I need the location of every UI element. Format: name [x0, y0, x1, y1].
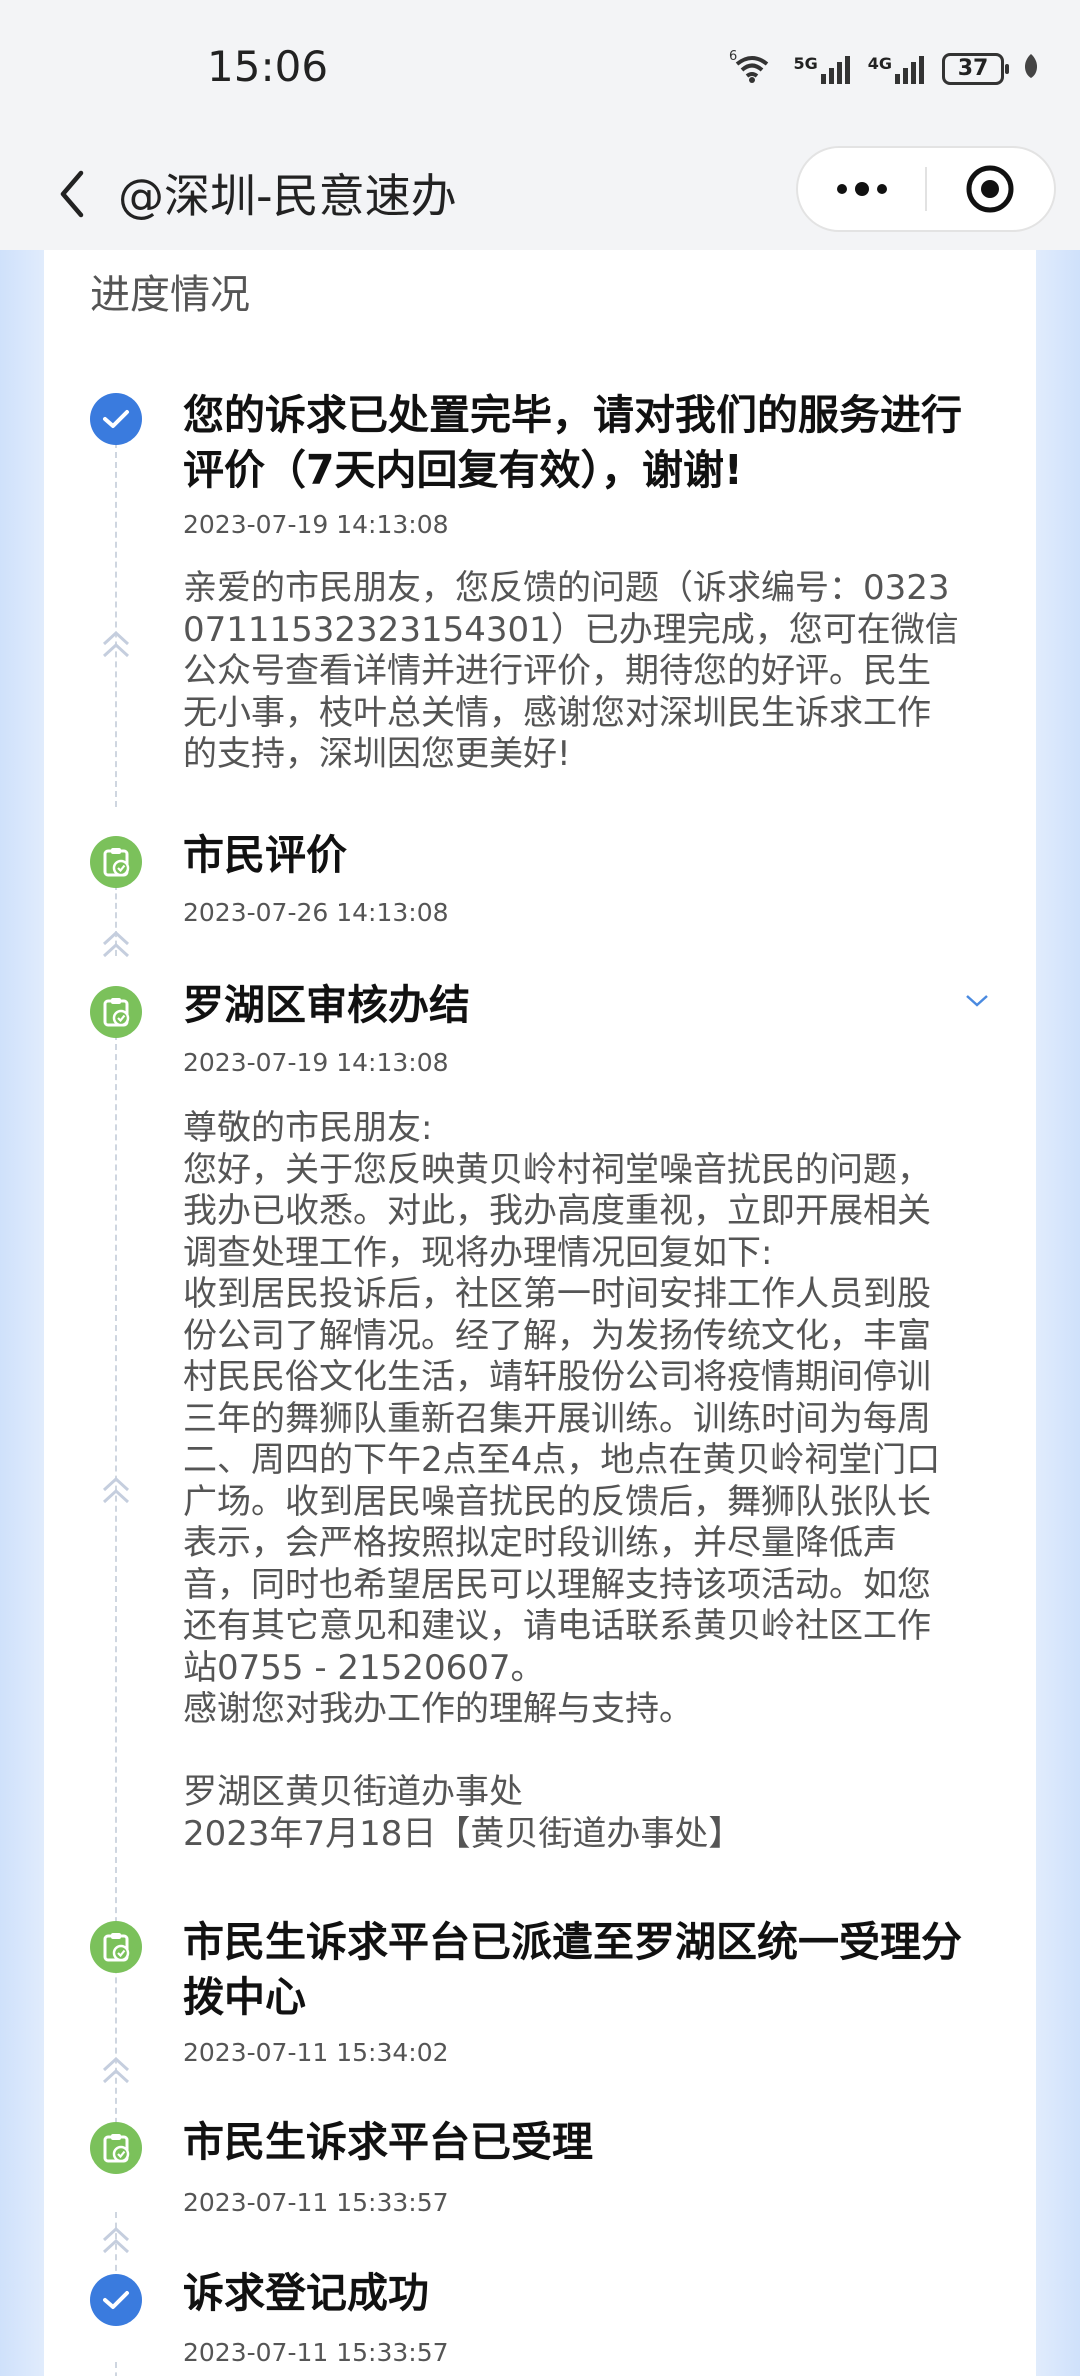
- leaf-icon: [1022, 52, 1040, 86]
- svg-text:6: 6: [729, 49, 737, 64]
- timeline-connector: [115, 442, 117, 807]
- status-bar: 15:06 6 5G 4G 37: [0, 0, 1080, 140]
- up-arrow-icon: [102, 2226, 130, 2254]
- nav-bar: @深圳-民意速办: [0, 140, 1080, 250]
- up-arrow-icon: [102, 1476, 130, 1504]
- timeline-item-time: 2023-07-26 14:13:08: [183, 898, 449, 927]
- signal-4g-icon: 4G: [868, 54, 924, 84]
- timeline-connector: [115, 2362, 117, 2376]
- timeline-item-time: 2023-07-11 15:34:02: [183, 2038, 449, 2067]
- clipboard-check-icon: [90, 986, 142, 1038]
- timeline-item-body: 尊敬的市民朋友: 您好，关于您反映黄贝岭村祠堂噪音扰民的问题， 我办已收悉。对此…: [183, 1108, 941, 1854]
- timeline-item-title: 诉求登记成功: [183, 2269, 429, 2317]
- mini-program-capsule: [796, 146, 1056, 232]
- timeline-item-title: 市民生诉求平台已受理: [183, 2118, 593, 2166]
- close-mini-program-button[interactable]: [927, 148, 1054, 230]
- clipboard-check-icon: [90, 836, 142, 888]
- wifi-icon: 6: [729, 48, 775, 90]
- timeline-item-title: 罗湖区审核办结: [183, 981, 470, 1029]
- target-close-icon: [966, 165, 1014, 213]
- more-dots-icon: [836, 182, 887, 196]
- status-icons: 6 5G 4G 37: [729, 48, 1040, 90]
- check-circle-icon: [90, 393, 142, 445]
- timeline-connector: [115, 1034, 117, 2154]
- timeline-item-title: 市民评价: [183, 831, 347, 879]
- timeline-item-time: 2023-07-11 15:33:57: [183, 2338, 449, 2367]
- up-arrow-icon: [102, 2056, 130, 2084]
- battery-icon: 37: [942, 53, 1009, 85]
- more-button[interactable]: [798, 148, 925, 230]
- check-circle-icon: [90, 2274, 142, 2326]
- back-button[interactable]: [42, 164, 102, 224]
- up-arrow-icon: [102, 930, 130, 958]
- timeline-item-time: 2023-07-11 15:33:57: [183, 2188, 449, 2217]
- timeline-item-title: 您的诉求已处置完毕，请对我们的服务进行评价（7天内回复有效），谢谢!: [183, 391, 962, 494]
- timeline-item-time: 2023-07-19 14:13:08: [183, 1048, 449, 1077]
- chevron-left-icon: [60, 170, 84, 218]
- chevron-down-icon[interactable]: [964, 993, 990, 1009]
- clipboard-check-icon: [90, 1921, 142, 1973]
- progress-card: 进度情况 您的诉求已处置完毕，请对我们的服务进行评价（7天内回复有效），谢谢! …: [44, 250, 1036, 2376]
- timeline-item-body: 亲爱的市民朋友，您反馈的问题（诉求编号：0323 071115323231543…: [183, 568, 959, 774]
- card-title: 进度情况: [90, 272, 250, 318]
- up-arrow-icon: [102, 630, 130, 658]
- timeline-item-time: 2023-07-19 14:13:08: [183, 510, 449, 539]
- clipboard-check-icon: [90, 2122, 142, 2174]
- clock: 15:06: [207, 42, 329, 91]
- timeline-item-title: 市民生诉求平台已派遣至罗湖区统一受理分拨中心: [183, 1918, 962, 2021]
- signal-5g-icon: 5G: [793, 54, 850, 84]
- page-title: @深圳-民意速办: [118, 169, 457, 223]
